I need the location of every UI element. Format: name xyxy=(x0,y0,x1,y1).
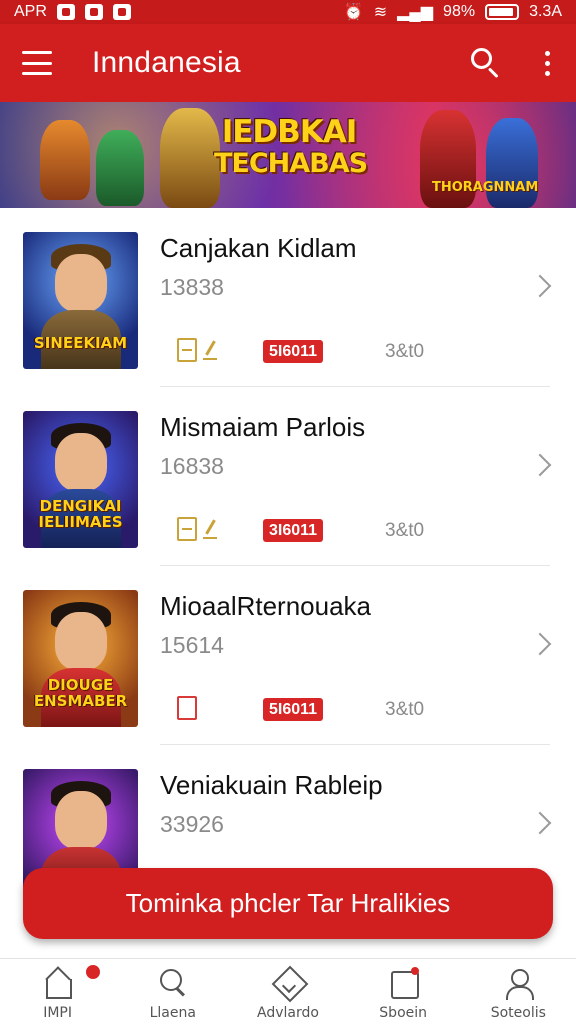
home-icon xyxy=(42,967,74,999)
more-options-icon[interactable] xyxy=(541,50,554,76)
status-badge: 5I6011 xyxy=(263,340,324,363)
nav-item-profile[interactable]: Soteolis xyxy=(468,967,568,1021)
banner-title-line1: IEDBKAI xyxy=(221,114,358,150)
edit-icon xyxy=(203,340,217,360)
menu-icon[interactable] xyxy=(22,51,52,75)
nav-label: Sboein xyxy=(379,1005,428,1021)
item-title: Veniakuain Rableip xyxy=(160,770,383,800)
notification-badge xyxy=(85,965,100,979)
item-meta: 3&t0 xyxy=(385,699,425,720)
app-title: Inndanesia xyxy=(92,46,241,79)
nav-item-search[interactable]: Llaena xyxy=(123,967,223,1021)
document-icon xyxy=(177,696,197,720)
thumbnail-caption: DIOUGE ENSMABER xyxy=(33,676,128,710)
banner-character xyxy=(96,130,144,206)
banner-character xyxy=(40,120,90,200)
search-icon xyxy=(157,967,189,999)
status-badge: 3I6011 xyxy=(263,519,324,542)
list-item[interactable]: SINEEKIAM Canjakan Kidlam 13838 5I6011 3… xyxy=(0,208,576,387)
nav-label: Llaena xyxy=(149,1005,196,1021)
nav-label: Advlardo xyxy=(257,1005,319,1021)
explore-icon xyxy=(272,967,304,999)
game-thumbnail: SINEEKIAM xyxy=(23,232,138,369)
document-icon xyxy=(177,338,197,362)
document-icon xyxy=(177,517,197,541)
bottom-navigation: IMPI Llaena Advlardo Sboein Soteolis xyxy=(0,958,576,1024)
store-icon xyxy=(387,967,420,999)
promo-banner[interactable]: IEDBKAI TECHABAS THORAGNNAM xyxy=(0,102,576,208)
nav-item-home[interactable]: IMPI xyxy=(8,965,108,1021)
notification-icon xyxy=(84,4,103,20)
banner-tagline: THORAGNNAM xyxy=(432,180,539,195)
status-badge: 5I6011 xyxy=(263,698,324,721)
nav-label: Soteolis xyxy=(490,1005,546,1021)
alarm-icon: ⏰ xyxy=(343,4,364,21)
banner-title-line2: TECHABAS xyxy=(214,148,368,179)
item-count: 16838 xyxy=(160,453,224,479)
game-list: SINEEKIAM Canjakan Kidlam 13838 5I6011 3… xyxy=(0,208,576,924)
carrier-text: APR xyxy=(14,3,47,20)
notification-icon xyxy=(112,4,131,20)
game-thumbnail: DENGIKAI IELIIMAES xyxy=(23,411,138,548)
banner-title: IEDBKAI TECHABAS xyxy=(214,114,368,180)
game-thumbnail: DIOUGE ENSMABER xyxy=(23,590,138,727)
signal-icon: ▂▄▆ xyxy=(397,4,434,21)
chevron-right-icon[interactable] xyxy=(528,632,552,656)
list-item[interactable]: DENGIKAI IELIIMAES Mismaiam Parlois 1683… xyxy=(0,387,576,566)
profile-icon xyxy=(502,967,535,1000)
thumbnail-caption: SINEEKIAM xyxy=(33,334,128,352)
chevron-right-icon[interactable] xyxy=(528,811,552,835)
item-title: Canjakan Kidlam xyxy=(160,233,357,263)
list-item[interactable]: DIOUGE ENSMABER MioaalRternouaka 15614 5… xyxy=(0,566,576,745)
banner-character xyxy=(160,108,220,208)
item-title: MioaalRternouaka xyxy=(160,591,372,621)
battery-percent: 98% xyxy=(443,3,476,20)
app-bar: Inndanesia xyxy=(0,24,576,102)
chevron-right-icon[interactable] xyxy=(528,453,552,477)
item-count: 15614 xyxy=(160,632,224,658)
nav-item-store[interactable]: Sboein xyxy=(353,967,453,1021)
nav-label: IMPI xyxy=(43,1005,72,1021)
wifi-icon: ≋ xyxy=(373,4,388,21)
thumbnail-caption: DENGIKAI IELIIMAES xyxy=(38,497,123,531)
item-title: Mismaiam Parlois xyxy=(160,412,366,442)
notification-icon xyxy=(56,4,75,20)
item-meta: 3&t0 xyxy=(385,520,425,541)
chevron-right-icon[interactable] xyxy=(528,274,552,298)
item-meta: 3&t0 xyxy=(385,341,425,362)
clock: 3.3A xyxy=(529,3,562,20)
item-count: 33926 xyxy=(160,811,224,837)
status-bar: APR ⏰ ≋ ▂▄▆ 98% 3.3A xyxy=(0,0,576,24)
item-count: 13838 xyxy=(160,274,224,300)
nav-item-explore[interactable]: Advlardo xyxy=(238,967,338,1021)
search-icon[interactable] xyxy=(471,48,501,79)
primary-action-button[interactable]: Tominka phcler Tar Hralikies xyxy=(23,868,553,939)
battery-icon xyxy=(485,4,520,20)
edit-icon xyxy=(203,519,217,539)
